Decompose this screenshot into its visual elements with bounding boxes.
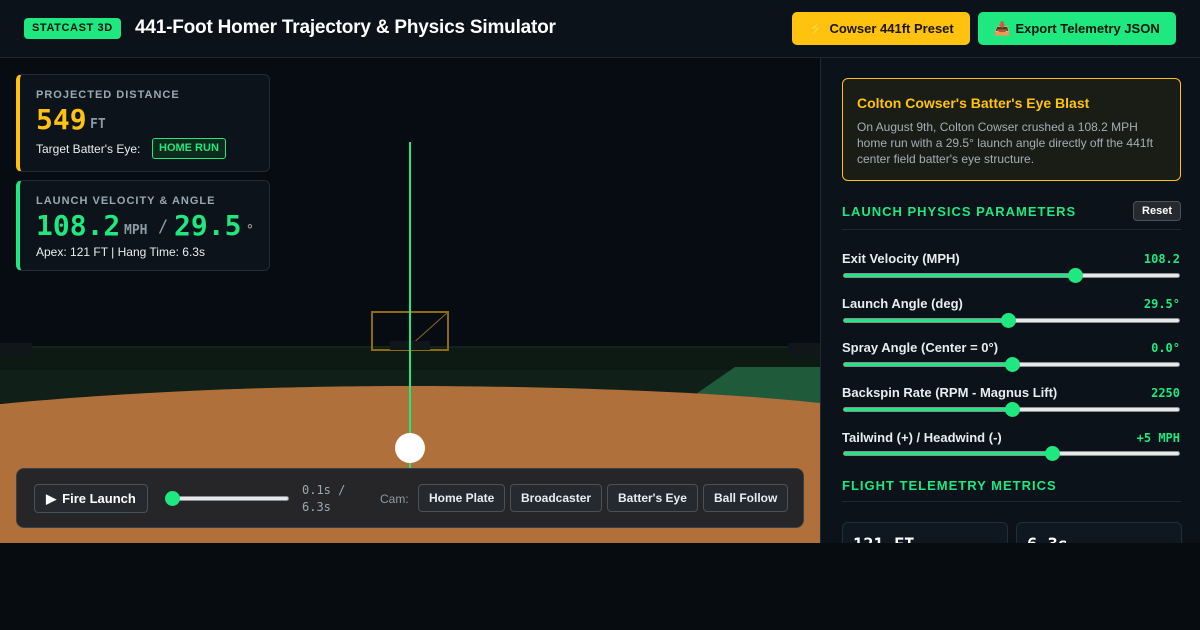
export-button-label: Export Telemetry JSON [1015,21,1160,36]
spray-angle-thumb[interactable] [1004,357,1020,372]
play-icon: ▶ [46,490,57,506]
backspin-fill [844,408,1012,411]
backspin-thumb[interactable] [1004,402,1020,417]
exit-velocity-slider[interactable] [843,268,1180,283]
preset-button-label: Cowser 441ft Preset [829,21,954,36]
wind-value: +5 MPH [1136,431,1180,445]
value-separator: / [158,217,169,237]
angle-value: 29.5 [174,209,242,242]
statcast-badge: STATCAST 3D [24,18,121,39]
baseball [395,433,425,463]
home-run-badge: HOME RUN [152,138,226,159]
wind-thumb[interactable] [1044,446,1060,461]
exit-velocity-label: Exit Velocity (MPH) [842,251,960,266]
distance-marker-right [788,343,820,356]
launch-angle-value: 29.5° [1143,297,1180,311]
distance-unit: FT [90,117,106,132]
metric-card-apex: 121 FT [842,522,1008,543]
telemetry-divider [842,501,1181,502]
backspin-label: Backspin Rate (RPM - Magnus Lift) [842,385,1058,400]
exit-velocity-value: 108.2 [1143,252,1180,266]
wind-slider[interactable] [843,446,1180,461]
angle-unit: ° [246,223,254,238]
camera-home-plate-button[interactable]: Home Plate [418,484,506,512]
apex-hang-time: Apex: 121 FT | Hang Time: 6.3s [36,245,205,259]
distance-value: 549 [36,103,87,136]
timeline-slider[interactable] [164,491,289,506]
backspin-value: 2250 [1151,386,1180,400]
fire-launch-button[interactable]: ▶ Fire Launch [34,484,148,513]
export-telemetry-button[interactable]: 📥 Export Telemetry JSON [978,12,1176,45]
lightning-icon: ⚡ [808,20,825,36]
wind-label: Tailwind (+) / Headwind (-) [842,430,1002,445]
top-bar: STATCAST 3D 441-Foot Homer Trajectory & … [0,0,1200,58]
launch-angle-slider[interactable] [843,313,1180,328]
page-title: 441-Foot Homer Trajectory & Physics Simu… [135,17,556,38]
target-label: Target Batter's Eye: [36,142,141,156]
params-divider [842,229,1181,230]
camera-label: Cam: [380,492,409,506]
spray-angle-slider[interactable] [843,357,1180,372]
download-tray-icon: 📥 [994,20,1011,36]
distance-marker-left [0,343,32,356]
metric-card-hang-time: 6.3s [1016,522,1182,543]
camera-broadcaster-button[interactable]: Broadcaster [510,484,603,512]
launch-card: LAUNCH VELOCITY & ANGLE 108.2 MPH / 29.5… [16,180,270,271]
backspin-slider[interactable] [843,402,1180,417]
velocity-value: 108.2 [36,209,121,242]
wind-fill [844,452,1052,455]
launch-angle-label: Launch Angle (deg) [842,296,963,311]
reset-button[interactable]: Reset [1133,201,1181,221]
launch-angle-thumb[interactable] [1001,313,1017,328]
story-text: On August 9th, Colton Cowser crushed a 1… [857,120,1154,166]
distance-label: PROJECTED DISTANCE [36,89,180,101]
playback-control-bar: ▶ Fire Launch 0.1s / 6.3s Cam: Home Plat… [16,468,804,528]
camera-batters-eye-button[interactable]: Batter's Eye [607,484,698,512]
camera-ball-follow-button[interactable]: Ball Follow [703,484,789,512]
distance-card: PROJECTED DISTANCE 549 FT Target Batter'… [16,74,270,172]
fire-launch-label: Fire Launch [62,491,136,506]
story-title: Colton Cowser's Batter's Eye Blast [857,95,1090,111]
launch-angle-fill [844,319,1009,322]
spray-angle-value: 0.0° [1151,341,1180,355]
preset-button[interactable]: ⚡ Cowser 441ft Preset [792,12,970,45]
story-callout: Colton Cowser's Batter's Eye Blast On Au… [842,78,1181,181]
exit-velocity-thumb[interactable] [1068,268,1084,283]
metric-hang-time-value: 6.3s [1027,535,1068,543]
time-readout: 0.1s / 6.3s [302,483,346,514]
timeline-thumb[interactable] [164,491,180,506]
params-heading: LAUNCH PHYSICS PARAMETERS [842,204,1077,219]
spray-angle-fill [844,363,1012,366]
spray-angle-label: Spray Angle (Center = 0°) [842,340,999,355]
velocity-unit: MPH [124,223,148,238]
exit-velocity-fill [844,274,1076,277]
parameters-sidebar: Colton Cowser's Batter's Eye Blast On Au… [820,58,1200,543]
launch-label: LAUNCH VELOCITY & ANGLE [36,195,216,207]
metric-apex-value: 121 FT [853,535,914,543]
telemetry-heading: FLIGHT TELEMETRY METRICS [842,478,1057,493]
3d-viewport[interactable]: PROJECTED DISTANCE 549 FT Target Batter'… [0,58,820,543]
